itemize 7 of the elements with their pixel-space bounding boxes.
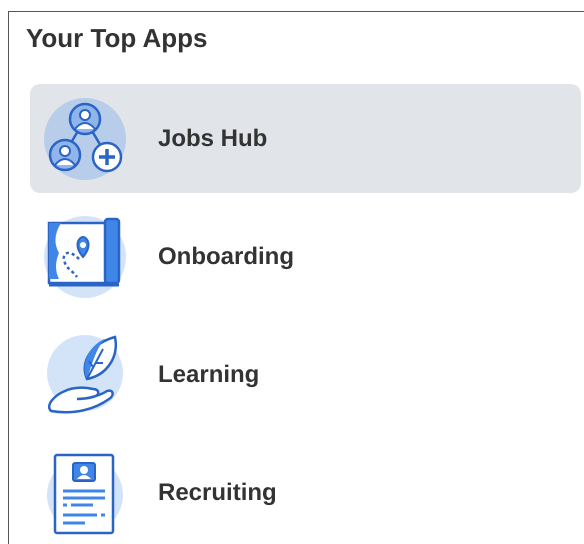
map-icon xyxy=(43,214,127,298)
people-network-icon xyxy=(43,96,127,180)
app-item[interactable]: Onboarding xyxy=(30,202,581,311)
app-item[interactable]: Recruiting xyxy=(30,438,581,544)
app-item[interactable]: Jobs Hub xyxy=(30,84,581,193)
app-item[interactable]: Learning xyxy=(30,320,581,429)
section-title: Your Top Apps xyxy=(26,22,208,54)
